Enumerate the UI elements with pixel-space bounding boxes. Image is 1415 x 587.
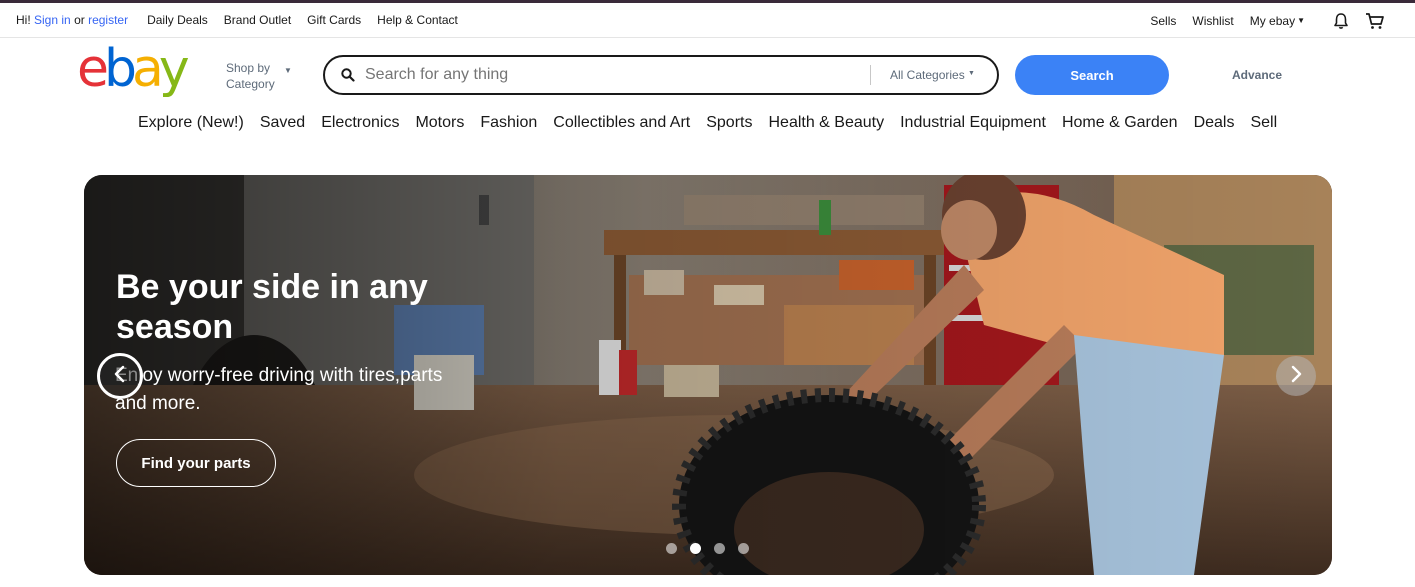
nav-item-home-garden[interactable]: Home & Garden — [1062, 114, 1178, 132]
brand-outlet-link[interactable]: Brand Outlet — [224, 13, 291, 27]
sign-in-link[interactable]: Sign in — [34, 13, 71, 27]
nav-item-collectibles[interactable]: Collectibles and Art — [553, 114, 690, 132]
wishlist-link[interactable]: Wishlist — [1192, 14, 1233, 28]
carousel-dot-3[interactable] — [714, 543, 725, 554]
greeting: Hi! Sign in or register — [16, 13, 128, 27]
search-divider — [870, 65, 871, 85]
sells-link[interactable]: Sells — [1150, 14, 1176, 28]
search-button[interactable]: Search — [1015, 55, 1169, 95]
register-link[interactable]: register — [88, 13, 128, 27]
category-label: Category — [226, 77, 275, 91]
my-ebay-label: My ebay — [1249, 14, 1296, 28]
caret-down-icon[interactable]: ▼ — [968, 70, 975, 77]
nav-item-health-beauty[interactable]: Health & Beauty — [768, 114, 884, 132]
search-bar: All Categories ▼ — [323, 55, 999, 95]
nav-item-sell[interactable]: Sell — [1250, 114, 1277, 132]
nav-item-fashion[interactable]: Fashion — [480, 114, 537, 132]
nav-item-sports[interactable]: Sports — [706, 114, 752, 132]
cart-icon[interactable] — [1365, 11, 1385, 31]
category-nav: Explore (New!) Saved Electronics Motors … — [138, 114, 1293, 132]
find-your-parts-button[interactable]: Find your parts — [116, 439, 276, 487]
greeting-text: Hi! — [16, 13, 31, 27]
nav-item-motors[interactable]: Motors — [415, 114, 464, 132]
carousel-dot-4[interactable] — [738, 543, 749, 554]
carousel-dots — [666, 543, 762, 554]
shop-by-label: Shop by — [226, 61, 271, 75]
nav-item-electronics[interactable]: Electronics — [321, 114, 399, 132]
daily-deals-link[interactable]: Daily Deals — [147, 13, 208, 27]
hero-banner[interactable]: Be your side in any season Enjoy worry-f… — [84, 175, 1332, 575]
caret-down-icon: ▼ — [1297, 16, 1305, 25]
shop-by-category[interactable]: Shop by Category — [226, 60, 275, 92]
carousel-dot-2[interactable] — [690, 543, 701, 554]
ebay-logo[interactable]: ebay — [77, 39, 209, 102]
search-input[interactable] — [365, 66, 865, 84]
search-icon — [341, 68, 355, 87]
or-text: or — [74, 13, 85, 27]
all-categories-select[interactable]: All Categories — [890, 68, 965, 82]
carousel-prev-button[interactable] — [97, 353, 143, 399]
bell-icon[interactable] — [1331, 11, 1351, 31]
svg-text:ebay: ebay — [77, 44, 189, 99]
utility-right: Sells Wishlist My ebay ▼ — [1134, 11, 1385, 31]
hero-subtitle: Enjoy worry-free driving with tires,part… — [115, 365, 443, 414]
utility-left: Hi! Sign in or register Daily Deals Bran… — [16, 13, 474, 27]
nav-item-explore[interactable]: Explore (New!) — [138, 114, 244, 132]
nav-item-industrial[interactable]: Industrial Equipment — [900, 114, 1046, 132]
carousel-next-button[interactable] — [1276, 356, 1316, 396]
carousel-dot-1[interactable] — [666, 543, 677, 554]
help-contact-link[interactable]: Help & Contact — [377, 13, 458, 27]
hero-title: Be your side in any season — [116, 268, 428, 346]
chevron-left-icon — [113, 365, 127, 388]
nav-item-saved[interactable]: Saved — [260, 114, 305, 132]
my-ebay-menu[interactable]: My ebay ▼ — [1250, 14, 1305, 28]
gift-cards-link[interactable]: Gift Cards — [307, 13, 361, 27]
chevron-right-icon — [1289, 365, 1303, 388]
advanced-search-link[interactable]: Advance — [1232, 68, 1282, 82]
caret-down-icon[interactable]: ▼ — [284, 66, 292, 75]
nav-item-deals[interactable]: Deals — [1194, 114, 1235, 132]
utility-bar: Hi! Sign in or register Daily Deals Bran… — [0, 3, 1415, 38]
